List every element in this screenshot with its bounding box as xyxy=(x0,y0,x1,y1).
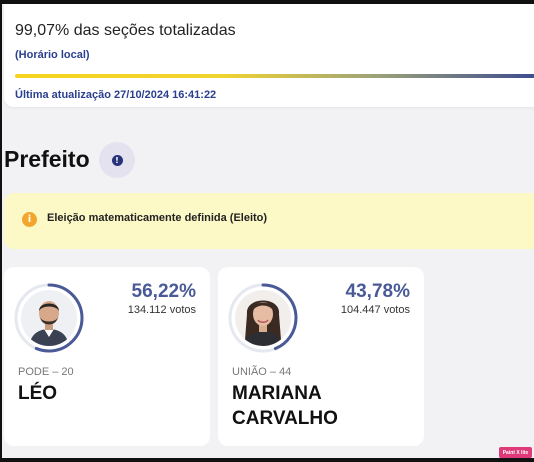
alert-message: Eleição matematicamente definida (Eleito… xyxy=(47,212,268,224)
vote-count: 134.112 votos xyxy=(127,304,196,316)
party-number: UNIÃO – 44 xyxy=(232,366,292,378)
election-status-alert: i Eleição matematicamente definida (Elei… xyxy=(4,193,534,249)
last-update-text: Última atualização 27/10/2024 16:41:22 xyxy=(15,89,217,101)
totalization-progress-bar xyxy=(15,74,534,78)
vote-percent: 56,22% xyxy=(131,281,196,302)
window-frame-left xyxy=(0,0,2,462)
local-time-note: (Horário local) xyxy=(15,49,90,61)
window-frame-bottom xyxy=(0,458,534,462)
party-number: PODE – 20 xyxy=(18,366,74,378)
candidate-name: MARIANA CARVALHO xyxy=(232,383,338,429)
candidate-card-leo[interactable]: 56,22% 134.112 votos PODE – 20 LÉO xyxy=(4,267,210,446)
candidate-name: LÉO xyxy=(18,383,58,404)
app-watermark: Paint X lite xyxy=(499,447,532,458)
page-title: Prefeito xyxy=(4,146,90,172)
warning-icon: i xyxy=(22,212,37,227)
totalization-card: 99,07% das seções totalizadas (Horário l… xyxy=(4,4,534,107)
vote-percent: 43,78% xyxy=(345,281,410,302)
candidate-photo xyxy=(21,290,77,346)
info-icon: ! xyxy=(111,154,123,166)
candidate-photo xyxy=(235,290,291,346)
totalization-title: 99,07% das seções totalizadas xyxy=(15,22,236,39)
info-button[interactable]: ! xyxy=(99,142,135,178)
vote-count: 104.447 votos xyxy=(340,304,410,316)
candidate-card-mariana[interactable]: 43,78% 104.447 votos UNIÃO – 44 MARIANA … xyxy=(218,267,424,446)
